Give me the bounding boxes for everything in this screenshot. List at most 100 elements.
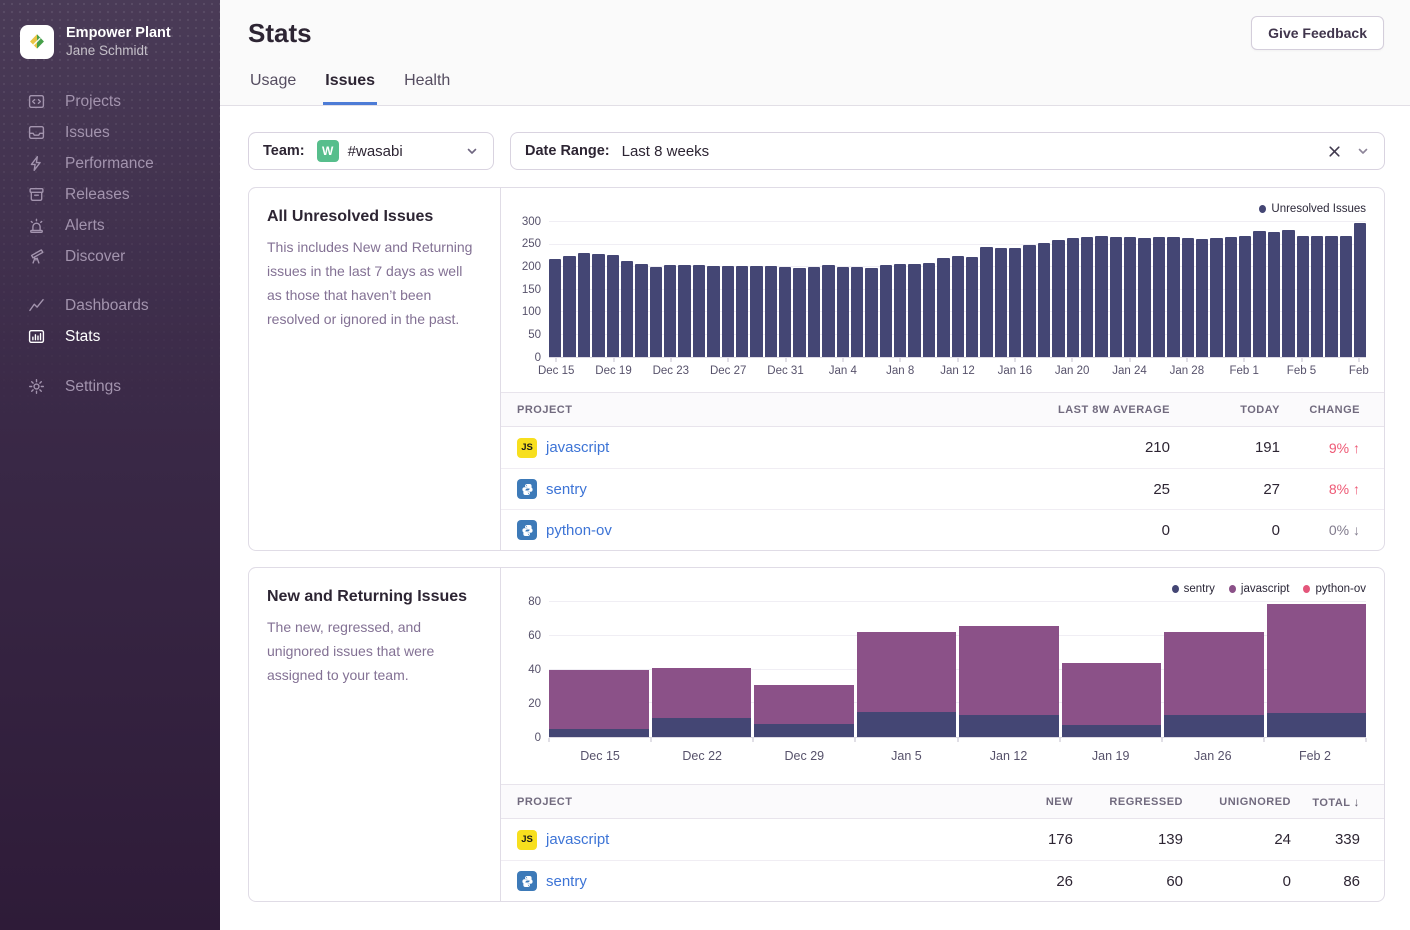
bar[interactable] <box>635 264 647 357</box>
bar[interactable] <box>837 267 849 357</box>
bar[interactable] <box>707 266 719 357</box>
sidebar-item-releases[interactable]: Releases <box>0 179 220 210</box>
bar[interactable] <box>1081 237 1093 357</box>
chart-plot[interactable] <box>549 602 1366 738</box>
bar[interactable] <box>549 259 561 357</box>
bar-segment-javascript[interactable] <box>754 685 854 724</box>
sidebar-item-alerts[interactable]: Alerts <box>0 210 220 241</box>
bar[interactable] <box>808 267 820 357</box>
team-selector[interactable]: Team: W #wasabi <box>248 132 494 170</box>
bar[interactable] <box>1297 236 1309 357</box>
column-header-total[interactable]: Total↓ <box>1291 795 1384 809</box>
stacked-bar[interactable] <box>1062 602 1162 737</box>
sidebar-item-dashboards[interactable]: Dashboards <box>0 290 220 321</box>
bar[interactable] <box>563 256 575 357</box>
bar[interactable] <box>765 266 777 357</box>
bar[interactable] <box>1210 238 1222 357</box>
bar-segment-javascript[interactable] <box>652 668 752 719</box>
chevron-down-icon[interactable] <box>1356 144 1370 158</box>
bar-segment-sentry[interactable] <box>652 718 752 737</box>
bar[interactable] <box>1225 237 1237 357</box>
bar[interactable] <box>822 265 834 357</box>
bar[interactable] <box>1182 238 1194 357</box>
bar[interactable] <box>1124 237 1136 357</box>
bar[interactable] <box>1196 239 1208 357</box>
bar-segment-javascript[interactable] <box>857 632 957 711</box>
sidebar-item-performance[interactable]: Performance <box>0 148 220 179</box>
column-header-regressed[interactable]: Regressed <box>1073 796 1183 808</box>
project-link[interactable]: javascript <box>546 831 609 848</box>
bar-segment-sentry[interactable] <box>754 724 854 738</box>
bar-segment-javascript[interactable] <box>1164 632 1264 715</box>
give-feedback-button[interactable]: Give Feedback <box>1251 16 1384 50</box>
sidebar-item-issues[interactable]: Issues <box>0 117 220 148</box>
bar-segment-sentry[interactable] <box>549 729 649 737</box>
project-link[interactable]: javascript <box>546 439 609 456</box>
bar-segment-javascript[interactable] <box>959 626 1059 715</box>
stacked-bar[interactable] <box>549 602 649 737</box>
bar[interactable] <box>1311 236 1323 357</box>
bar[interactable] <box>1167 237 1179 357</box>
column-header-new[interactable]: New <box>963 796 1073 808</box>
bar[interactable] <box>779 267 791 357</box>
bar[interactable] <box>995 248 1007 357</box>
bar[interactable] <box>1325 236 1337 357</box>
stacked-bar[interactable] <box>754 602 854 737</box>
bar[interactable] <box>894 264 906 357</box>
stacked-bar[interactable] <box>652 602 752 737</box>
bar[interactable] <box>1052 240 1064 357</box>
stacked-bar[interactable] <box>1267 602 1367 737</box>
org-switcher[interactable]: Empower Plant Jane Schmidt <box>0 24 220 59</box>
bar[interactable] <box>1038 243 1050 357</box>
sidebar-item-settings[interactable]: Settings <box>0 371 220 402</box>
bar[interactable] <box>750 266 762 357</box>
bar[interactable] <box>592 254 604 358</box>
bar[interactable] <box>793 268 805 357</box>
bar[interactable] <box>1239 236 1251 357</box>
column-header-unignored[interactable]: Unignored <box>1183 796 1291 808</box>
bar[interactable] <box>1095 236 1107 357</box>
project-link[interactable]: sentry <box>546 481 587 498</box>
bar[interactable] <box>980 247 992 357</box>
bar[interactable] <box>664 265 676 357</box>
bar[interactable] <box>678 265 690 357</box>
bar[interactable] <box>1282 230 1294 357</box>
project-link[interactable]: sentry <box>546 873 587 890</box>
bar-segment-sentry[interactable] <box>857 712 957 737</box>
bar-segment-sentry[interactable] <box>1164 715 1264 737</box>
bar[interactable] <box>1253 231 1265 357</box>
bar[interactable] <box>650 267 662 357</box>
project-link[interactable]: python-ov <box>546 522 612 539</box>
bar[interactable] <box>607 255 619 357</box>
bar[interactable] <box>1354 223 1366 357</box>
bar[interactable] <box>1023 245 1035 357</box>
bar[interactable] <box>722 266 734 357</box>
bar[interactable] <box>937 258 949 357</box>
tab-usage[interactable]: Usage <box>248 72 298 105</box>
stacked-bar[interactable] <box>1164 602 1264 737</box>
bar[interactable] <box>693 265 705 357</box>
stacked-bar[interactable] <box>857 602 957 737</box>
tab-issues[interactable]: Issues <box>323 72 377 105</box>
sidebar-item-projects[interactable]: Projects <box>0 86 220 117</box>
sidebar-item-stats[interactable]: Stats <box>0 321 220 352</box>
bar[interactable] <box>923 263 935 357</box>
bar[interactable] <box>736 266 748 357</box>
bar-segment-javascript[interactable] <box>1062 663 1162 725</box>
bar[interactable] <box>952 256 964 357</box>
bar[interactable] <box>908 264 920 357</box>
bar-segment-javascript[interactable] <box>1267 604 1367 714</box>
clear-date-icon[interactable] <box>1327 144 1342 159</box>
bar[interactable] <box>1153 237 1165 357</box>
date-range-selector[interactable]: Date Range: Last 8 weeks <box>510 132 1385 170</box>
bar[interactable] <box>880 265 892 357</box>
bar[interactable] <box>1110 237 1122 357</box>
chart-plot[interactable] <box>549 222 1366 358</box>
tab-health[interactable]: Health <box>402 72 452 105</box>
bar[interactable] <box>966 257 978 357</box>
bar[interactable] <box>1340 236 1352 357</box>
bar[interactable] <box>1138 238 1150 357</box>
bar-segment-sentry[interactable] <box>1267 713 1367 737</box>
bar[interactable] <box>865 268 877 357</box>
sidebar-item-discover[interactable]: Discover <box>0 241 220 272</box>
